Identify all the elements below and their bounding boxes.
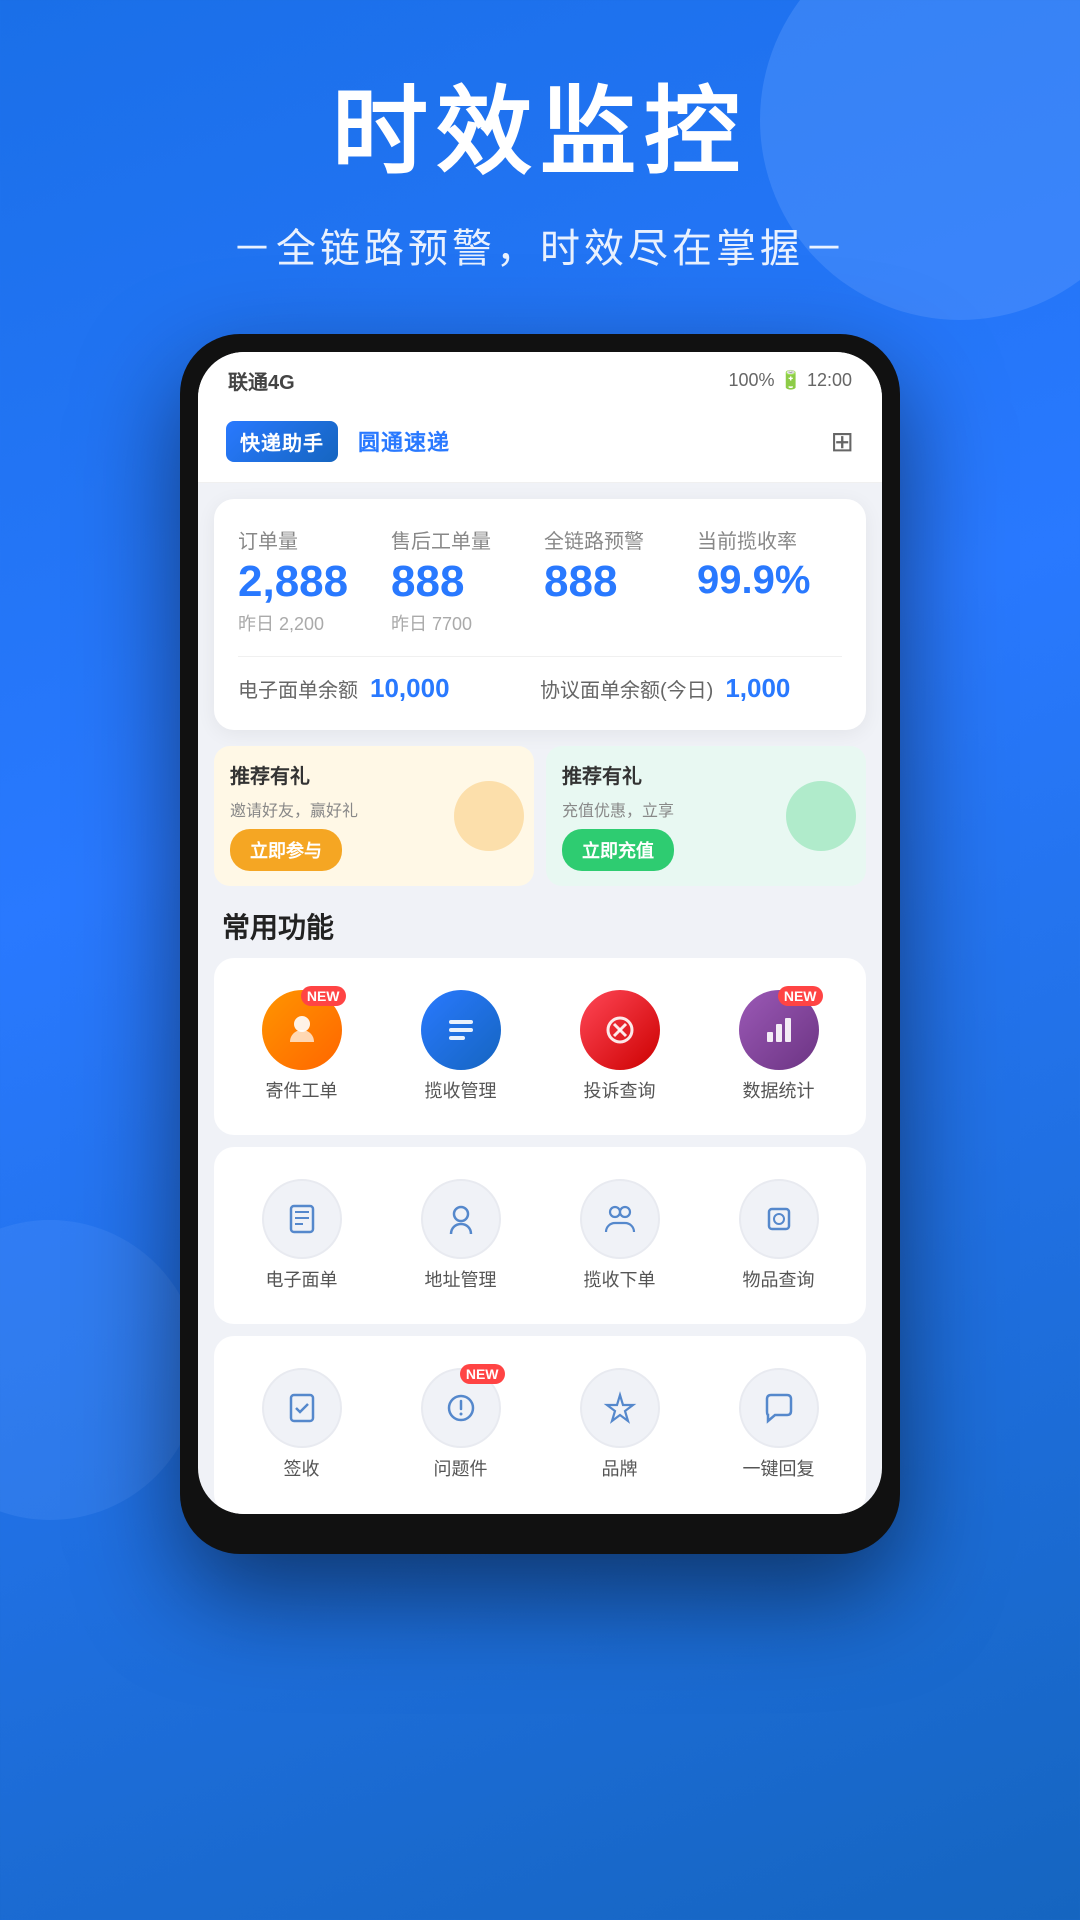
stat-order-prev: 昨日 2,200 [238,610,383,636]
balance-electronic-value: 10,000 [370,673,450,704]
stat-order-count: 订单量 2,888 昨日 2,200 [238,525,383,636]
app-grid-row2: 电子面单 地址管理 揽收下单 [214,1147,866,1324]
app-header: 快递助手 圆通速递 ⊞ [198,405,882,483]
app-icon-address [421,1179,501,1259]
app-icon-stats-wrapper: NEW [739,990,819,1070]
app-icon-sign-wrapper [262,1368,342,1448]
hero-subtitle: －全链路预警，时效尽在掌握－ [0,216,1080,274]
stats-card: 订单量 2,888 昨日 2,200 售后工单量 888 昨日 7700 全链路… [214,499,866,730]
app-item-sign[interactable]: 签收 [222,1352,381,1497]
balance-row: 电子面单余额 10,000 协议面单余额(今日) 1,000 [238,673,842,704]
app-label-goods-query: 物品查询 [743,1269,815,1292]
hero-title: 时效监控 [0,80,1080,186]
app-icon-complaint-wrapper [580,990,660,1070]
hero-section: 时效监控 －全链路预警，时效尽在掌握－ [0,0,1080,334]
app-item-ewaybill[interactable]: 电子面单 [222,1163,381,1308]
app-item-complaint[interactable]: 投诉查询 [540,974,699,1119]
app-label-shipper: 寄件工单 [266,1080,338,1103]
balance-electronic-label: 电子面单余额 [238,674,358,703]
badge-problem: NEW [460,1364,505,1384]
stats-divider [238,656,842,657]
phone-screen: 联通4G 100% 🔋 12:00 快递助手 圆通速递 ⊞ 订单量 2,888 … [198,352,882,1514]
app-item-address[interactable]: 地址管理 [381,1163,540,1308]
app-icon-address-wrapper [421,1179,501,1259]
phone-frame: 联通4G 100% 🔋 12:00 快递助手 圆通速递 ⊞ 订单量 2,888 … [180,334,900,1554]
balance-agreement-label: 协议面单余额(今日) [540,674,713,703]
app-icon-pickup-wrapper [421,990,501,1070]
phone-wrapper: 联通4G 100% 🔋 12:00 快递助手 圆通速递 ⊞ 订单量 2,888 … [0,334,1080,1554]
app-label-address: 地址管理 [425,1269,497,1292]
banner-section: 推荐有礼 邀请好友，赢好礼 立即参与 推荐有礼 充值优惠，立享 立即充值 [214,746,866,886]
header-logo-primary: 快递助手 [226,421,338,462]
app-icon-ewaybill [262,1179,342,1259]
app-icon-brand [580,1368,660,1448]
scan-icon[interactable]: ⊞ [831,425,854,458]
app-label-reply: 一键回复 [743,1458,815,1481]
app-icon-pickup [421,990,501,1070]
stat-warning-count: 全链路预警 888 [544,525,689,636]
app-icon-ewaybill-wrapper [262,1179,342,1259]
app-icon-sign [262,1368,342,1448]
badge-shipper: NEW [301,986,346,1006]
app-icon-reply-wrapper [739,1368,819,1448]
stat-pickup-value: 99.9% [697,560,842,600]
stat-pickup-label: 当前揽收率 [697,525,842,554]
balance-electronic: 电子面单余额 10,000 [238,673,540,704]
banner-yellow-deco [454,781,524,851]
app-label-sign: 签收 [284,1458,320,1481]
common-functions-title: 常用功能 [198,886,882,958]
app-item-shipper[interactable]: NEW 寄件工单 [222,974,381,1119]
app-icon-pickup-order [580,1179,660,1259]
banner-yellow-btn[interactable]: 立即参与 [230,829,342,871]
status-bar: 联通4G 100% 🔋 12:00 [198,352,882,405]
app-item-pickup[interactable]: 揽收管理 [381,974,540,1119]
app-icon-goods-query [739,1179,819,1259]
app-icon-brand-wrapper [580,1368,660,1448]
banner-green-btn[interactable]: 立即充值 [562,829,674,871]
app-item-stats[interactable]: NEW 数据统计 [699,974,858,1119]
balance-agreement: 协议面单余额(今日) 1,000 [540,673,842,704]
badge-stats: NEW [778,986,823,1006]
app-label-stats: 数据统计 [743,1080,815,1103]
app-item-pickup-order[interactable]: 揽收下单 [540,1163,699,1308]
app-icon-pickup-order-wrapper [580,1179,660,1259]
stat-aftersale-prev: 昨日 7700 [391,610,536,636]
app-icon-shipper-wrapper: NEW [262,990,342,1070]
app-label-brand: 品牌 [602,1458,638,1481]
app-item-goods-query[interactable]: 物品查询 [699,1163,858,1308]
header-logo-secondary: 圆通速递 [358,425,450,457]
status-battery: 100% 🔋 12:00 [729,370,853,391]
stat-aftersale-value: 888 [391,560,536,604]
app-item-brand[interactable]: 品牌 [540,1352,699,1497]
status-network: 联通4G [228,366,295,395]
app-icon-reply [739,1368,819,1448]
app-icon-goods-query-wrapper [739,1179,819,1259]
banner-card-yellow[interactable]: 推荐有礼 邀请好友，赢好礼 立即参与 [214,746,534,886]
stat-order-label: 订单量 [238,525,383,554]
banner-card-green[interactable]: 推荐有礼 充值优惠，立享 立即充值 [546,746,866,886]
app-item-reply[interactable]: 一键回复 [699,1352,858,1497]
banner-green-deco [786,781,856,851]
stat-pickup-rate: 当前揽收率 99.9% [697,525,842,636]
balance-agreement-value: 1,000 [725,673,790,704]
stat-warning-label: 全链路预警 [544,525,689,554]
app-grid-row3: 签收 NEW 问题件 [214,1336,866,1513]
stat-warning-value: 888 [544,560,689,604]
stat-order-value: 2,888 [238,560,383,604]
app-icon-problem-wrapper: NEW [421,1368,501,1448]
stats-row: 订单量 2,888 昨日 2,200 售后工单量 888 昨日 7700 全链路… [238,525,842,636]
app-item-problem[interactable]: NEW 问题件 [381,1352,540,1497]
app-label-pickup-order: 揽收下单 [584,1269,656,1292]
app-label-problem: 问题件 [434,1458,488,1481]
app-icon-complaint [580,990,660,1070]
app-grid-row1: NEW 寄件工单 揽收管理 [214,958,866,1135]
stat-aftersale-count: 售后工单量 888 昨日 7700 [391,525,536,636]
app-label-pickup: 揽收管理 [425,1080,497,1103]
app-label-ewaybill: 电子面单 [266,1269,338,1292]
stat-aftersale-label: 售后工单量 [391,525,536,554]
app-label-complaint: 投诉查询 [584,1080,656,1103]
